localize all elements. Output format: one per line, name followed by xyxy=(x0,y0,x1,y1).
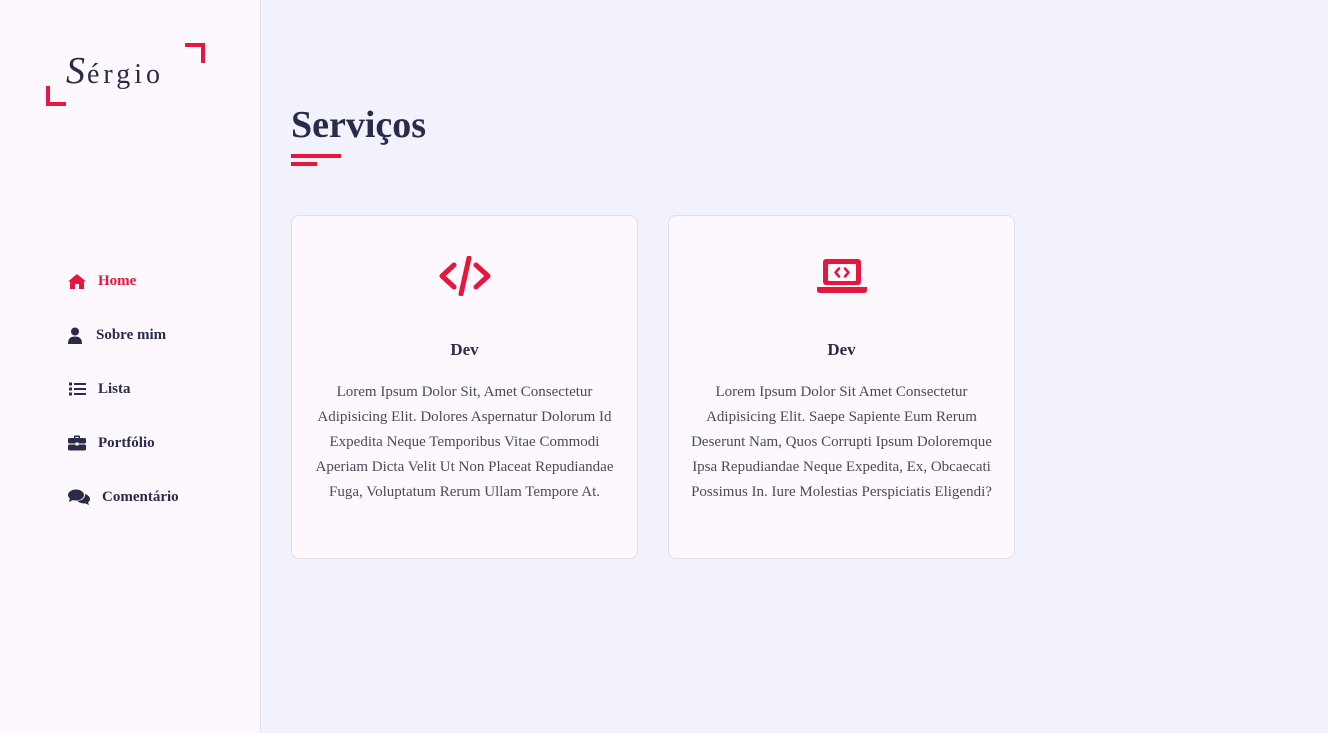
sidebar-item-label: Lista xyxy=(98,380,131,397)
card-title: Dev xyxy=(450,340,479,359)
briefcase-icon xyxy=(66,435,88,451)
card-title: Dev xyxy=(827,340,856,359)
logo-corner-top-right xyxy=(185,43,205,63)
comments-icon xyxy=(66,489,92,505)
service-card[interactable]: Dev Lorem Ipsum Dolor Sit, Amet Consecte… xyxy=(291,215,638,559)
logo[interactable]: Sérgio xyxy=(46,43,206,106)
code-icon xyxy=(292,256,637,296)
logo-first-letter: S xyxy=(66,50,87,92)
list-icon xyxy=(66,382,88,396)
laptop-code-icon xyxy=(669,256,1014,296)
card-text: Lorem Ipsum Dolor Sit Amet Consectetur A… xyxy=(691,384,992,500)
sidebar-nav: Home Sobre mim Lista Portfólio Comentári… xyxy=(66,268,179,538)
page-title: Serviços xyxy=(291,104,427,146)
sidebar-item-label: Comentário xyxy=(102,488,179,505)
sidebar-item-label: Home xyxy=(98,272,137,289)
title-underline-short xyxy=(291,162,317,166)
title-underline xyxy=(291,154,341,158)
logo-rest: érgio xyxy=(87,59,165,90)
logo-text: Sérgio xyxy=(66,49,164,93)
card-text: Lorem Ipsum Dolor Sit, Amet Consectetur … xyxy=(315,384,614,500)
home-icon xyxy=(66,273,88,290)
sidebar-item-label: Portfólio xyxy=(98,434,155,451)
sidebar-item-comentario[interactable]: Comentário xyxy=(66,484,179,510)
sidebar-item-sobre-mim[interactable]: Sobre mim xyxy=(66,322,179,348)
sidebar-item-lista[interactable]: Lista xyxy=(66,376,179,402)
logo-corner-bottom-left xyxy=(46,86,66,106)
user-icon xyxy=(66,327,84,344)
sidebar-item-home[interactable]: Home xyxy=(66,268,179,294)
sidebar: Sérgio Home Sobre mim Lista Portfólio Co… xyxy=(0,0,261,733)
service-card[interactable]: Dev Lorem Ipsum Dolor Sit Amet Consectet… xyxy=(668,215,1015,559)
sidebar-item-portfolio[interactable]: Portfólio xyxy=(66,430,179,456)
sidebar-item-label: Sobre mim xyxy=(96,326,167,343)
